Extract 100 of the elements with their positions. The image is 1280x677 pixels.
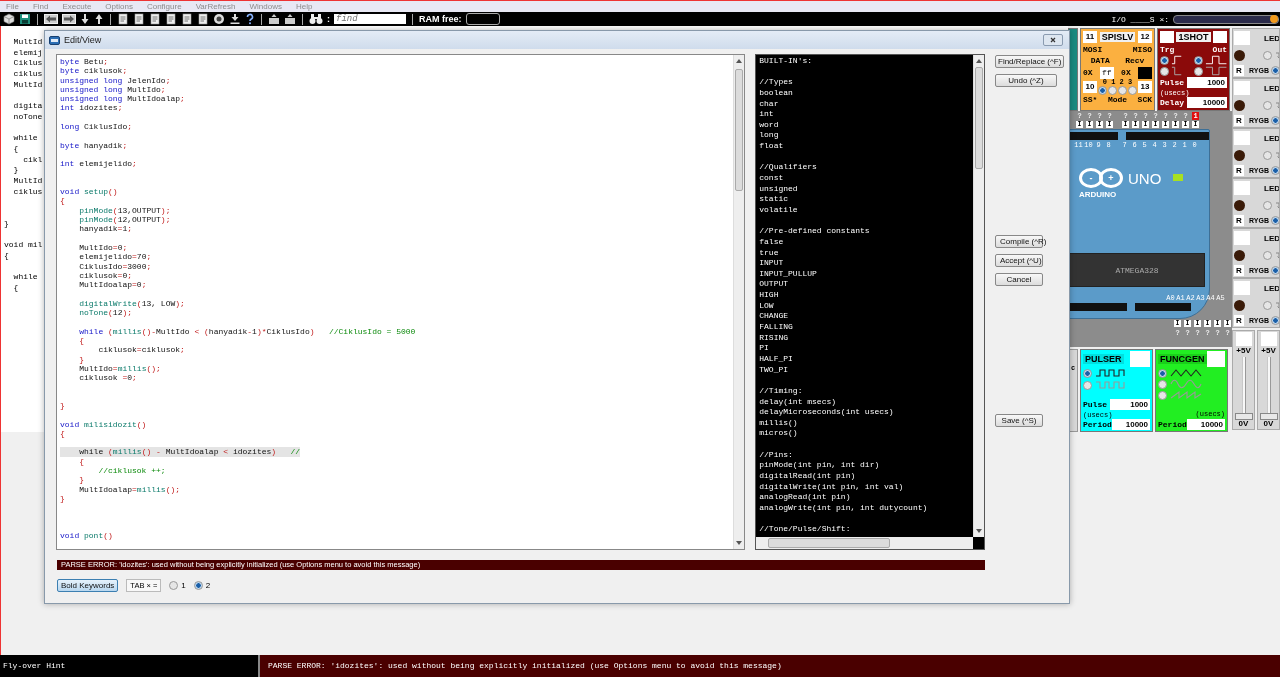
- code-line: long CiklusIdo;: [60, 122, 133, 132]
- hex-prefix: 0X: [1121, 68, 1131, 77]
- device-title: FUNCGEN: [1158, 354, 1207, 364]
- dialog-button[interactable]: Save (^S): [995, 414, 1043, 427]
- builtin-line: static: [759, 194, 789, 205]
- help-icon[interactable]: [245, 13, 255, 25]
- led-title: LED: [1264, 283, 1279, 293]
- dialog-button[interactable]: Find/Replace (^F): [995, 55, 1065, 68]
- builtin-line: boolean: [759, 87, 793, 99]
- radio-button[interactable]: [1271, 65, 1279, 75]
- radio-button[interactable]: [193, 581, 203, 590]
- radio-button[interactable]: [1271, 215, 1279, 225]
- radio-button[interactable]: [1083, 368, 1092, 378]
- radio-button[interactable]: [1263, 150, 1272, 160]
- recv-value: [1137, 66, 1152, 79]
- slider-thumb[interactable]: [1270, 14, 1278, 23]
- radio-button[interactable]: [1263, 200, 1272, 210]
- vertical-slider[interactable]: [1234, 357, 1253, 417]
- radio-button[interactable]: [1271, 165, 1279, 175]
- vertical-scrollbar[interactable]: [733, 55, 745, 549]
- builtin-line: FALLING: [759, 322, 793, 333]
- code-line: noTone: [12, 111, 43, 123]
- vertical-slider[interactable]: [1259, 357, 1278, 417]
- delay-field[interactable]: 10000: [1187, 97, 1227, 108]
- binoculars-icon[interactable]: [309, 13, 323, 25]
- radio-button[interactable]: [1263, 300, 1272, 310]
- plus-symbol: +: [1099, 168, 1123, 188]
- close-button[interactable]: [1043, 34, 1063, 46]
- builtin-line: //Types: [759, 77, 793, 88]
- builtin-line: float: [759, 141, 784, 152]
- data-label: DATA: [1090, 55, 1110, 65]
- radio-button[interactable]: [1158, 368, 1167, 378]
- builtin-line: HIGH: [759, 290, 779, 301]
- dialog-button[interactable]: Accept (^U): [995, 254, 1043, 267]
- left-arrow-icon[interactable]: [44, 13, 58, 25]
- builtin-line: delay(int msecs): [759, 396, 837, 408]
- colon-text: :: [327, 14, 330, 24]
- code-line: unsigned long MultIdo;: [60, 84, 166, 95]
- radio-button[interactable]: [1160, 55, 1169, 65]
- radio-button[interactable]: [1083, 380, 1092, 390]
- document-icon[interactable]: [181, 13, 193, 25]
- radio-button[interactable]: [1098, 86, 1107, 95]
- voltage-label: +5V: [1261, 346, 1276, 355]
- radio-button[interactable]: [1158, 379, 1167, 389]
- radio-button[interactable]: [1193, 66, 1203, 76]
- right-arrow-icon[interactable]: [62, 13, 76, 25]
- cube-icon[interactable]: [3, 13, 15, 25]
- radio-button[interactable]: [1271, 115, 1279, 125]
- dialog-button[interactable]: Undo (^Z): [995, 74, 1057, 87]
- find-field[interactable]: find: [334, 14, 406, 24]
- window-title: Edit/View: [64, 35, 102, 45]
- radio-button[interactable]: [1263, 100, 1272, 110]
- io-slider[interactable]: [1173, 14, 1279, 24]
- radio-button[interactable]: [1108, 86, 1117, 95]
- document-icon[interactable]: [165, 13, 177, 25]
- code-line: }: [4, 218, 9, 230]
- dialog-button[interactable]: Cancel: [995, 273, 1043, 286]
- hint-text: Fly-over Hint: [0, 655, 258, 677]
- radio-button[interactable]: [1271, 265, 1279, 275]
- builtin-line: volatile: [759, 204, 798, 216]
- document-arrow-icon[interactable]: [268, 13, 280, 25]
- code-line: pinMode(12,OUTPUT);: [78, 215, 171, 225]
- radio-button[interactable]: [1158, 390, 1167, 400]
- delay-label: Delay: [1160, 98, 1184, 107]
- radio-button[interactable]: [1263, 50, 1272, 60]
- document-icon[interactable]: [197, 13, 209, 25]
- horizontal-scrollbar[interactable]: [756, 537, 973, 549]
- led-title: LED: [1264, 33, 1279, 43]
- document-icon[interactable]: [149, 13, 161, 25]
- pulse-field[interactable]: 1000: [1110, 399, 1150, 410]
- radio-button[interactable]: [1118, 86, 1127, 95]
- code-line: int elemijelido;: [60, 159, 137, 169]
- radio-button[interactable]: [1160, 66, 1169, 76]
- code-line: cikl: [22, 154, 43, 166]
- radio-button[interactable]: [1271, 315, 1279, 325]
- code-line: void mil: [4, 240, 43, 251]
- down-arrow-icon[interactable]: [80, 13, 90, 25]
- close-icon[interactable]: [1050, 37, 1056, 43]
- radio-button[interactable]: [1193, 55, 1203, 65]
- up-arrow-icon[interactable]: [94, 13, 104, 25]
- slider-thumb[interactable]: [1259, 413, 1278, 420]
- output-box: [1130, 351, 1150, 367]
- pulse-field[interactable]: 1000: [1187, 77, 1227, 88]
- bold-keywords-button[interactable]: Bold Keywords: [57, 579, 119, 592]
- color-letter: R: [1234, 114, 1244, 126]
- slider-thumb[interactable]: [1234, 413, 1253, 420]
- radio-button[interactable]: [1263, 250, 1272, 260]
- document-icon[interactable]: [133, 13, 145, 25]
- radio-button[interactable]: [1128, 86, 1137, 95]
- radio-button[interactable]: [169, 581, 179, 590]
- vertical-scrollbar[interactable]: [973, 55, 984, 537]
- document-arrow-icon[interactable]: [284, 13, 296, 25]
- document-icon[interactable]: [117, 13, 129, 25]
- color-letter: R: [1234, 314, 1244, 326]
- period-field[interactable]: 10000: [1186, 419, 1225, 430]
- hex-prefix: 0X: [1083, 68, 1093, 77]
- period-field[interactable]: 10000: [1111, 419, 1150, 430]
- disc-icon[interactable]: [213, 13, 225, 25]
- download-icon[interactable]: [229, 13, 241, 25]
- builtin-line: false: [759, 236, 784, 248]
